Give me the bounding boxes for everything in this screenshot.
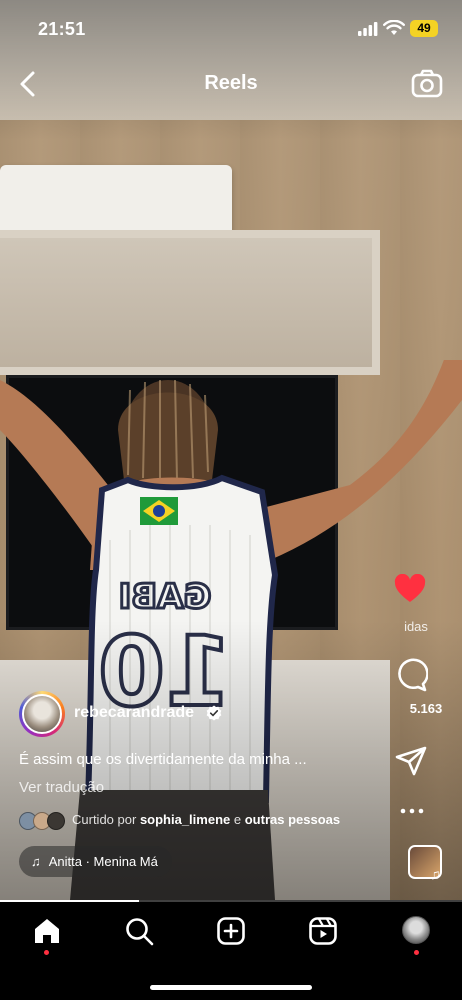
avatar	[22, 694, 62, 734]
like-button[interactable]	[394, 573, 457, 608]
notification-dot	[414, 950, 419, 955]
send-icon	[395, 746, 427, 776]
cellular-signal-icon	[358, 22, 378, 36]
caption-text[interactable]: É assim que os divertidamente da minha .…	[19, 751, 359, 768]
home-icon	[35, 919, 59, 943]
clock: 21:51	[38, 19, 86, 39]
home-indicator	[150, 985, 312, 990]
status-bar: 21:51 49	[0, 0, 462, 54]
liked-by-text[interactable]: Curtido por sophia_limene e outras pesso…	[72, 812, 340, 827]
author-avatar[interactable]	[19, 691, 65, 737]
battery-indicator: 49	[410, 20, 438, 37]
nav-search[interactable]	[124, 916, 154, 946]
liked-by-avatars	[19, 812, 67, 830]
audio-track-label: Anitta · Menina Má	[48, 854, 158, 869]
camera-button[interactable]	[410, 68, 444, 100]
liked-by-others[interactable]: outras pessoas	[245, 812, 340, 827]
avatar	[47, 812, 65, 830]
nav-home[interactable]	[32, 916, 62, 946]
comment-count: 5.163	[409, 701, 443, 716]
share-button[interactable]	[395, 744, 457, 780]
heart-icon	[394, 573, 426, 602]
audio-track-pill[interactable]: ♫ Anitta · Menina Má	[19, 846, 172, 877]
video-progress-fill	[0, 900, 139, 902]
see-translation-link[interactable]: Ver tradução	[19, 779, 104, 796]
author-username[interactable]: rebecarandrade	[74, 704, 194, 722]
more-icon	[400, 808, 424, 814]
verified-badge-icon	[206, 705, 222, 721]
more-options-button[interactable]	[395, 796, 457, 826]
notification-dot	[44, 950, 49, 955]
liked-by-connector: e	[233, 812, 242, 827]
music-note-icon: ♫	[430, 866, 441, 882]
video-progress-track[interactable]	[0, 900, 462, 902]
nav-create[interactable]	[216, 916, 246, 946]
music-note-icon: ♫	[31, 854, 41, 869]
page-title: Reels	[204, 72, 258, 94]
jersey-name: GABI	[119, 577, 212, 617]
search-icon	[126, 918, 154, 946]
shelf	[0, 230, 380, 375]
liked-by-user[interactable]: sophia_limene	[140, 812, 230, 827]
reels-icon	[309, 917, 337, 945]
like-count: idas	[404, 619, 428, 634]
wifi-icon	[383, 20, 405, 35]
create-icon	[217, 917, 245, 945]
nav-reels[interactable]	[308, 916, 338, 946]
camera-icon	[411, 69, 443, 98]
liked-by-prefix: Curtido por	[72, 812, 137, 827]
comment-icon	[398, 658, 429, 692]
nav-profile-avatar[interactable]	[402, 916, 430, 944]
comment-button[interactable]	[395, 658, 457, 694]
